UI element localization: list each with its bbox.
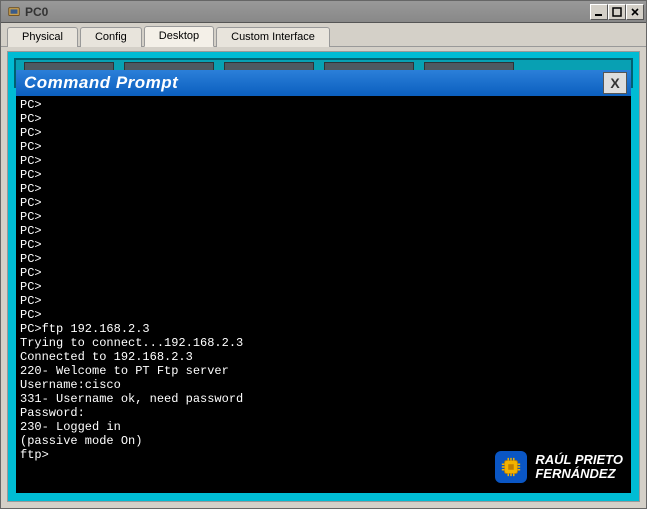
tab-desktop[interactable]: Desktop — [144, 26, 214, 47]
terminal-output[interactable]: PC> PC> PC> PC> PC> PC> PC> PC> PC> PC> … — [16, 96, 631, 493]
client-area: Command Prompt X PC> PC> PC> PC> PC> PC>… — [1, 47, 646, 508]
window-title: PC0 — [25, 5, 590, 19]
titlebar[interactable]: PC0 — [1, 1, 646, 23]
desktop-area: Command Prompt X PC> PC> PC> PC> PC> PC>… — [7, 51, 640, 502]
command-prompt-titlebar[interactable]: Command Prompt X — [16, 70, 631, 96]
command-prompt-close-button[interactable]: X — [603, 72, 627, 94]
minimize-button[interactable] — [590, 4, 608, 20]
app-window: PC0 Physical Config Desktop Custom Inter… — [0, 0, 647, 509]
tabstrip: Physical Config Desktop Custom Interface — [1, 23, 646, 47]
tab-physical[interactable]: Physical — [7, 27, 78, 47]
tab-config[interactable]: Config — [80, 27, 142, 47]
close-button[interactable] — [626, 4, 644, 20]
window-controls — [590, 4, 644, 20]
command-prompt-title: Command Prompt — [24, 73, 603, 93]
tab-custom-interface[interactable]: Custom Interface — [216, 27, 330, 47]
maximize-button[interactable] — [608, 4, 626, 20]
command-prompt-window: Command Prompt X PC> PC> PC> PC> PC> PC>… — [16, 70, 631, 493]
app-icon — [7, 5, 21, 19]
